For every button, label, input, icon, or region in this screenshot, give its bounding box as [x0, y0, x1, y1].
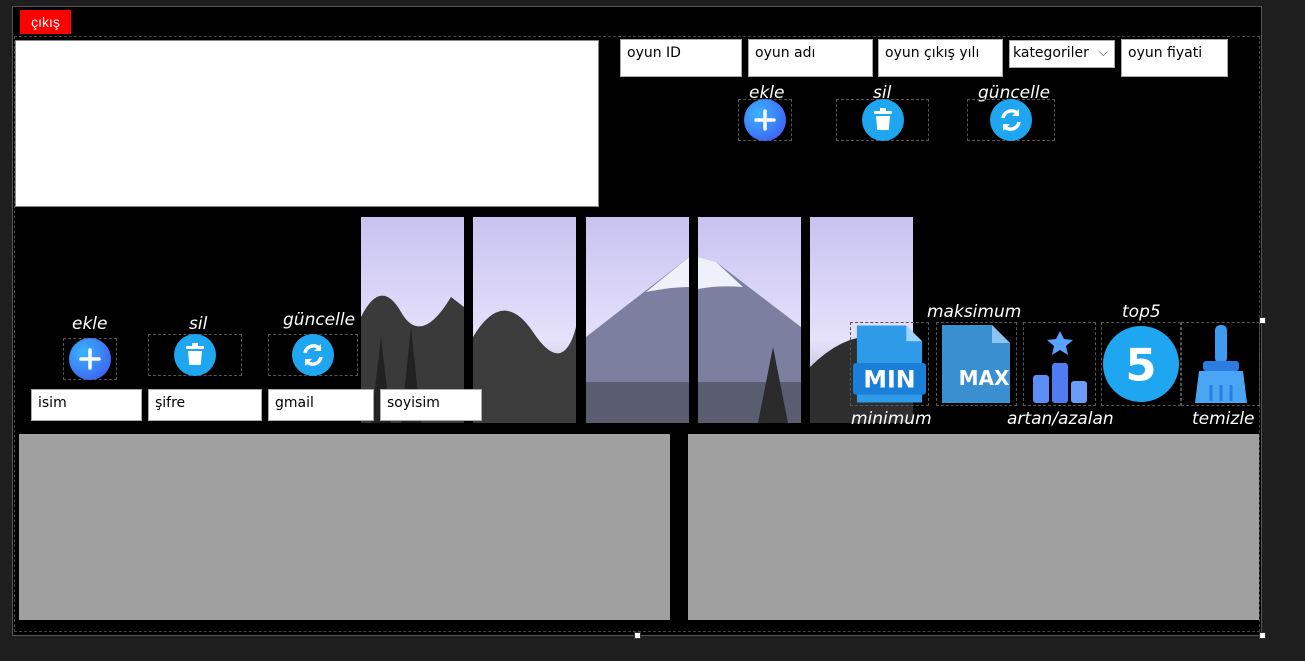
game-name-field[interactable]: oyun adı	[748, 39, 873, 77]
user-update-button[interactable]	[268, 334, 358, 376]
category-select-value: kategoriler	[1013, 45, 1089, 61]
maximum-label: maksimum	[927, 302, 1022, 322]
top5-label: top5	[1122, 302, 1161, 322]
user-delete-label: sil	[189, 314, 208, 334]
min-file-icon: MIN	[852, 325, 927, 403]
user-data-grid[interactable]	[19, 434, 670, 620]
broom-icon	[1194, 325, 1247, 403]
clear-button[interactable]	[1181, 322, 1260, 406]
game-year-field[interactable]: oyun çıkış yılı	[878, 39, 1003, 77]
minimum-label: minimum	[851, 409, 932, 429]
trash-icon	[861, 99, 904, 141]
game-id-field[interactable]: oyun ID	[620, 39, 742, 77]
gmail-field[interactable]: gmail	[268, 389, 374, 421]
user-delete-button[interactable]	[148, 334, 242, 376]
mountain-photo-panel-2	[473, 217, 576, 423]
chevron-down-icon: ⌵	[1098, 45, 1108, 59]
surname-field[interactable]: soyisim	[380, 389, 482, 421]
game-data-grid[interactable]	[688, 434, 1259, 620]
sort-label: artan/azalan	[1007, 409, 1114, 429]
name-field[interactable]: isim	[31, 389, 142, 421]
resize-handle-bottom[interactable]	[634, 632, 641, 639]
plus-icon	[69, 338, 111, 380]
top5-icon-text: 5	[1125, 339, 1156, 392]
refresh-icon	[990, 99, 1032, 141]
ranking-icon	[1032, 331, 1087, 403]
output-panel	[15, 40, 599, 207]
max-icon-text: MAX	[958, 366, 1009, 390]
maximum-button[interactable]: MAX	[936, 322, 1017, 406]
mountain-photo-panel-4	[698, 217, 801, 423]
clear-label: temizle	[1192, 409, 1255, 429]
number-five-icon: 5	[1102, 325, 1180, 403]
game-update-button[interactable]	[967, 99, 1055, 141]
user-add-label: ekle	[72, 314, 108, 334]
game-price-field[interactable]: oyun fiyati	[1121, 39, 1228, 77]
exit-button[interactable]: çıkış	[20, 10, 71, 34]
password-field[interactable]: şifre	[148, 389, 262, 421]
refresh-icon	[292, 334, 334, 376]
game-delete-button[interactable]	[836, 99, 929, 141]
game-add-button[interactable]	[738, 99, 792, 141]
plus-icon	[744, 99, 786, 141]
top5-button[interactable]: 5	[1101, 322, 1181, 406]
user-add-button[interactable]	[63, 338, 117, 380]
max-file-icon: MAX	[941, 325, 1010, 403]
sort-button[interactable]	[1023, 322, 1096, 406]
category-select[interactable]: kategoriler ⌵	[1009, 40, 1115, 68]
resize-handle-right[interactable]	[1259, 317, 1266, 324]
user-update-label: güncelle	[283, 310, 356, 330]
trash-icon	[174, 334, 216, 376]
mountain-photo-panel-3	[586, 217, 689, 423]
min-icon-text: MIN	[863, 366, 915, 394]
minimum-button[interactable]: MIN	[850, 322, 929, 406]
resize-handle-corner[interactable]	[1259, 632, 1266, 639]
